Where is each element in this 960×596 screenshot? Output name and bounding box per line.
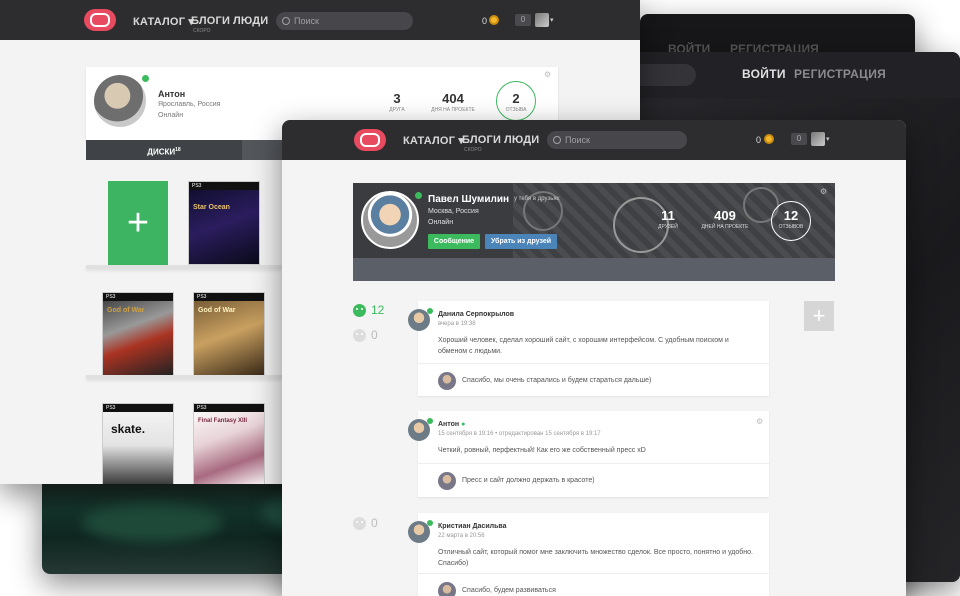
online-dot	[427, 308, 433, 314]
search-icon	[282, 17, 290, 25]
nav-bar: КАТАЛОГ ▾ БЛОГИ СКОРО ЛЮДИ Поиск 0 0 ▾	[0, 0, 640, 40]
profile-name: Павел Шумилин	[428, 194, 510, 205]
nav-bar: КАТАЛОГ ▾ БЛОГИ СКОРО ЛЮДИ Поиск 0 0 ▾	[282, 120, 906, 160]
reply-text: Пресс и сайт должно держать в красоте)	[462, 477, 595, 484]
shelf	[86, 375, 282, 379]
stat-reviews[interactable]: 12 отзывов	[771, 208, 811, 230]
profile-status: Онлайн	[428, 219, 454, 226]
review-reply: Спасибо, будем развиваться	[418, 573, 769, 596]
nav-people[interactable]: ЛЮДИ	[504, 134, 539, 146]
avatar	[361, 191, 419, 249]
profile-banner: Павел Шумилин у тебя в друзьях Москва, Р…	[353, 183, 835, 281]
profile-status: Онлайн	[158, 112, 184, 119]
vote-positive[interactable]: 12	[353, 303, 384, 317]
stat-days: 409 дней на проекте	[701, 208, 749, 230]
logo-icon[interactable]	[84, 9, 116, 31]
neutral-face-icon	[353, 516, 366, 530]
chevron-down-icon[interactable]: ▾	[826, 135, 830, 143]
review-card: Антон ● 15 сентября в 19:16 • отредактир…	[408, 411, 769, 497]
profile-city: Москва, Россия	[428, 208, 479, 215]
review-author[interactable]: Кристиан Дасильва	[438, 523, 506, 530]
smile-icon	[353, 303, 366, 317]
logo-icon[interactable]	[354, 129, 386, 151]
add-disc-button[interactable]: +	[108, 181, 168, 265]
search-input[interactable]: Поиск	[276, 12, 413, 30]
message-button[interactable]: Сообщение	[428, 234, 480, 249]
add-review-button[interactable]: +	[804, 301, 834, 331]
remove-friend-button[interactable]: Убрать из друзей	[485, 234, 557, 249]
coin-icon[interactable]	[764, 134, 774, 144]
user-avatar[interactable]	[535, 13, 549, 27]
search-placeholder: Поиск	[565, 135, 590, 145]
front-window: КАТАЛОГ ▾ БЛОГИ СКОРО ЛЮДИ Поиск 0 0 ▾ П…	[282, 120, 906, 596]
avatar	[94, 75, 146, 127]
online-dot	[427, 418, 433, 424]
stat-friends[interactable]: 3 друга	[382, 91, 412, 113]
review-text: Отличный сайт, который помог мне заключи…	[438, 549, 753, 567]
search-placeholder: Поиск	[294, 16, 319, 26]
coin-count: 0	[756, 135, 762, 145]
disc-cover[interactable]: PS3 Final Fantasy XIII	[193, 403, 265, 484]
online-dot	[142, 75, 149, 82]
disc-cover[interactable]: PS3 God of War	[102, 292, 174, 376]
review-card: Данила Серпокрылов вчера в 19:38 Хороший…	[408, 301, 769, 396]
review-date: 15 сентября в 19:16 • отредактирован 15 …	[438, 431, 601, 437]
review-text: Хороший человек, сделал хороший сайт, с …	[438, 337, 729, 355]
reply-text: Спасибо, будем развиваться	[462, 587, 556, 594]
search-input[interactable]: Поиск	[547, 131, 687, 149]
nav-blogs-soon: СКОРО	[464, 147, 482, 153]
notification-badge[interactable]: 0	[791, 133, 807, 145]
tab-discs[interactable]: ДИСКИ18	[86, 140, 242, 160]
online-dot	[427, 520, 433, 526]
review-date: вчера в 19:38	[438, 321, 476, 327]
avatar	[438, 582, 456, 596]
nav-catalog[interactable]: КАТАЛОГ ▾	[133, 15, 194, 28]
review-text: Четкий, ровный, перфектный! Как его же с…	[438, 447, 646, 454]
review-author[interactable]: Данила Серпокрылов	[438, 311, 514, 318]
shelf	[86, 265, 282, 269]
coin-count: 0	[482, 16, 488, 26]
vote-neutral[interactable]: 0	[353, 516, 378, 530]
nav-blogs-soon: СКОРО	[193, 28, 211, 34]
avatar	[438, 372, 456, 390]
settings-icon[interactable]: ⚙	[820, 187, 827, 196]
settings-icon[interactable]: ⚙	[756, 417, 763, 426]
banner-stripe	[353, 258, 835, 281]
register-link[interactable]: РЕГИСТРАЦИЯ	[794, 67, 886, 81]
profile-name: Антон	[158, 89, 186, 99]
review-card: Кристиан Дасильва 22 марта в 20:56 Отлич…	[408, 513, 769, 596]
neutral-face-icon	[353, 328, 366, 342]
nav-blogs[interactable]: БЛОГИ	[191, 15, 230, 27]
reply-text: Спасибо, мы очень старались и будем стар…	[462, 377, 652, 384]
settings-icon[interactable]: ⚙	[544, 70, 551, 79]
review-reply: Пресс и сайт должно держать в красоте)	[418, 463, 769, 497]
user-avatar[interactable]	[811, 132, 825, 146]
notification-badge[interactable]: 0	[515, 14, 531, 26]
profile-city: Ярославль, Россия	[158, 101, 221, 108]
nav-blogs[interactable]: БЛОГИ	[462, 134, 501, 146]
vote-neutral[interactable]: 0	[353, 328, 378, 342]
stage: ВОЙТИ РЕГИСТРАЦИЯ ВОЙТИ РЕГИСТРАЦИЯ КАТА…	[0, 0, 960, 596]
coin-icon[interactable]	[489, 15, 499, 25]
stat-days: 404 дня на проекте	[431, 91, 475, 113]
nav-people[interactable]: ЛЮДИ	[233, 15, 268, 27]
login-link[interactable]: ВОЙТИ	[742, 67, 786, 81]
review-author[interactable]: Антон ●	[438, 421, 465, 428]
nav-catalog[interactable]: КАТАЛОГ ▾	[403, 134, 464, 147]
disc-cover[interactable]: PS3 Star Ocean	[188, 181, 260, 265]
search-icon	[553, 136, 561, 144]
chevron-down-icon[interactable]: ▾	[550, 16, 554, 24]
stat-friends[interactable]: 11 друзей	[653, 208, 683, 230]
friend-relation: у тебя в друзьях	[514, 196, 560, 202]
avatar	[438, 472, 456, 490]
disc-cover[interactable]: PS3 skate.	[102, 403, 174, 484]
online-dot	[415, 192, 422, 199]
review-reply: Спасибо, мы очень старались и будем стар…	[418, 363, 769, 396]
review-date: 22 марта в 20:56	[438, 533, 485, 539]
stat-reviews[interactable]: 2 отзыва	[496, 91, 536, 113]
disc-cover[interactable]: PS3 God of War	[193, 292, 265, 376]
